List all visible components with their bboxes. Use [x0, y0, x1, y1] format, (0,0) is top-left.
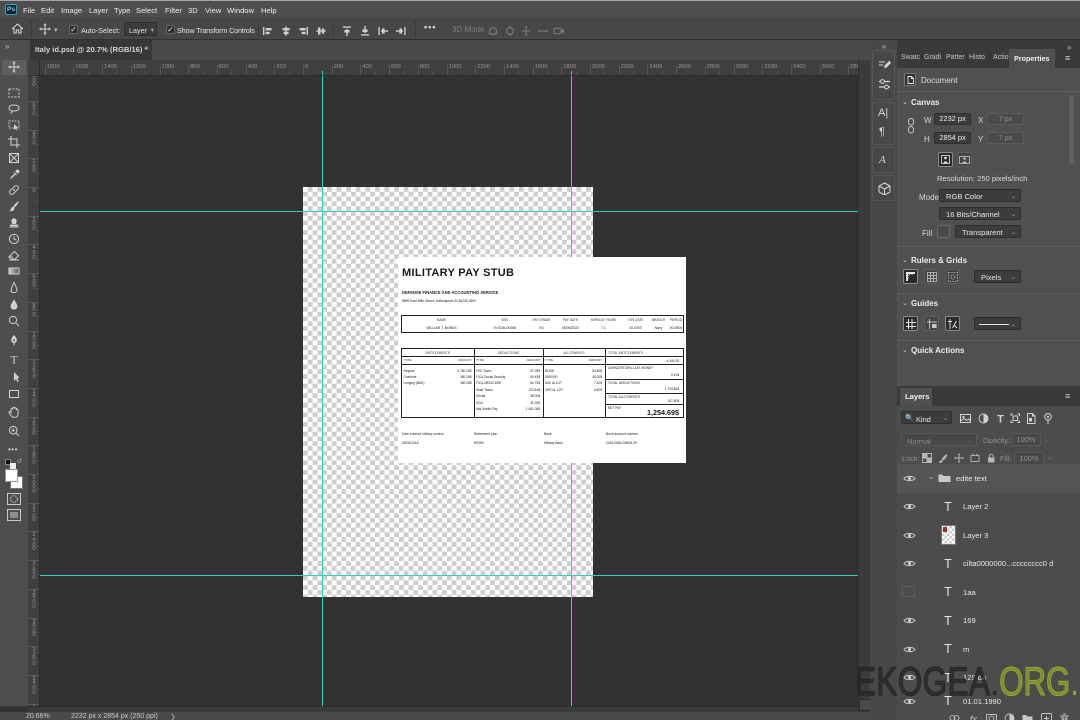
svg-text:T: T [997, 414, 1004, 425]
svg-text:T: T [10, 353, 18, 365]
svg-text:fx: fx [970, 714, 978, 720]
